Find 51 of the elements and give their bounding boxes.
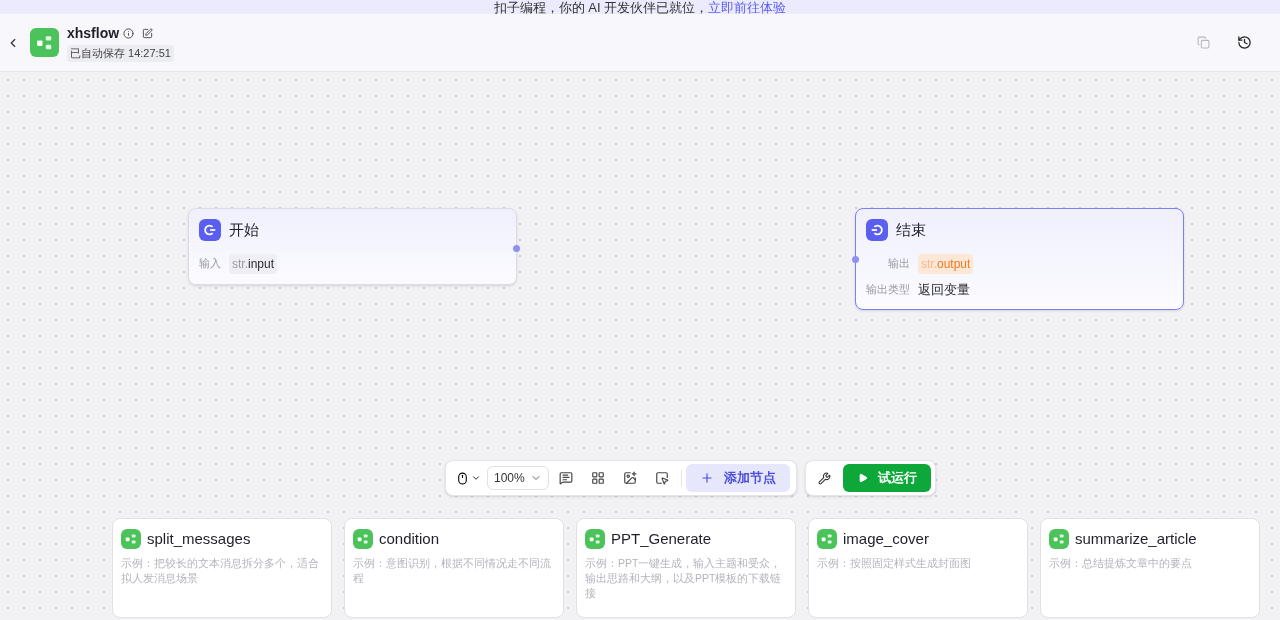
template-description: 示例：按照固定样式生成封面图 xyxy=(817,555,972,571)
autosave-status: 已自动保存 14:27:51 xyxy=(67,45,174,62)
variable-tag: str.output xyxy=(918,253,974,274)
workflow-title: xhsflow xyxy=(67,24,120,44)
template-description: 示例：意图识别，根据不同情况走不同流程 xyxy=(353,555,552,586)
flow-node[interactable]: 结束 输出 str.output 输出类型 返回变量 xyxy=(855,208,1184,310)
comment-icon xyxy=(559,471,573,485)
zoom-select[interactable]: 100% xyxy=(487,466,549,490)
field-value: 返回变量 xyxy=(918,280,970,299)
template-card[interactable]: summarize_article 示例：总结提炼文章中的要点 xyxy=(1040,518,1260,618)
node-title: 开始 xyxy=(229,220,259,240)
add-node-button[interactable]: 添加节点 xyxy=(686,464,790,492)
workflow-icon xyxy=(353,529,373,550)
template-title: PPT_Generate xyxy=(611,529,712,549)
field-label: 输出 xyxy=(887,256,910,272)
workflow-icon xyxy=(817,529,837,550)
template-card[interactable]: condition 示例：意图识别，根据不同情况走不同流程 xyxy=(344,518,564,618)
variable-tag: str.input xyxy=(229,253,278,274)
field-label: 输入 xyxy=(199,256,221,272)
workflow-icon xyxy=(121,529,141,550)
wrench-icon xyxy=(818,471,831,485)
edit-icon[interactable] xyxy=(142,28,154,40)
template-title: condition xyxy=(379,529,440,549)
pointer-icon xyxy=(655,471,669,485)
end-node-icon xyxy=(866,219,888,242)
template-description: 示例：总结提炼文章中的要点 xyxy=(1049,555,1193,571)
banner-text: 扣子编程，你的 AI 开发伙伴已就位，立即前往体验 xyxy=(493,1,787,14)
play-icon xyxy=(857,473,868,483)
start-node-icon xyxy=(199,219,221,242)
field-label: 输出类型 xyxy=(866,282,910,297)
workflow-icon xyxy=(585,529,605,550)
template-title: summarize_article xyxy=(1075,529,1197,549)
workflow-icon xyxy=(1049,529,1069,550)
template-card[interactable]: split_messages 示例：把较长的文本消息拆分多个，适合拟人发消息场景 xyxy=(112,518,332,618)
image-icon xyxy=(623,471,637,485)
mouse-icon xyxy=(456,471,469,485)
banner-link[interactable]: 立即前往体验 xyxy=(708,0,787,14)
template-title: image_cover xyxy=(843,529,929,549)
template-card[interactable]: image_cover 示例：按照固定样式生成封面图 xyxy=(808,518,1028,618)
template-description: 示例：把较长的文本消息拆分多个，适合拟人发消息场景 xyxy=(121,555,320,586)
history-icon[interactable] xyxy=(1237,35,1252,50)
plus-icon xyxy=(700,471,714,485)
output-handle[interactable] xyxy=(513,245,520,252)
node-title: 结束 xyxy=(896,220,926,240)
info-icon[interactable] xyxy=(123,28,135,40)
input-handle[interactable] xyxy=(852,256,859,263)
grid-icon xyxy=(591,471,605,485)
template-title: split_messages xyxy=(147,529,251,549)
chevron-icon xyxy=(471,473,481,483)
flow-node[interactable]: 开始 输入 str.input xyxy=(188,208,517,285)
workflow-icon xyxy=(30,28,59,57)
